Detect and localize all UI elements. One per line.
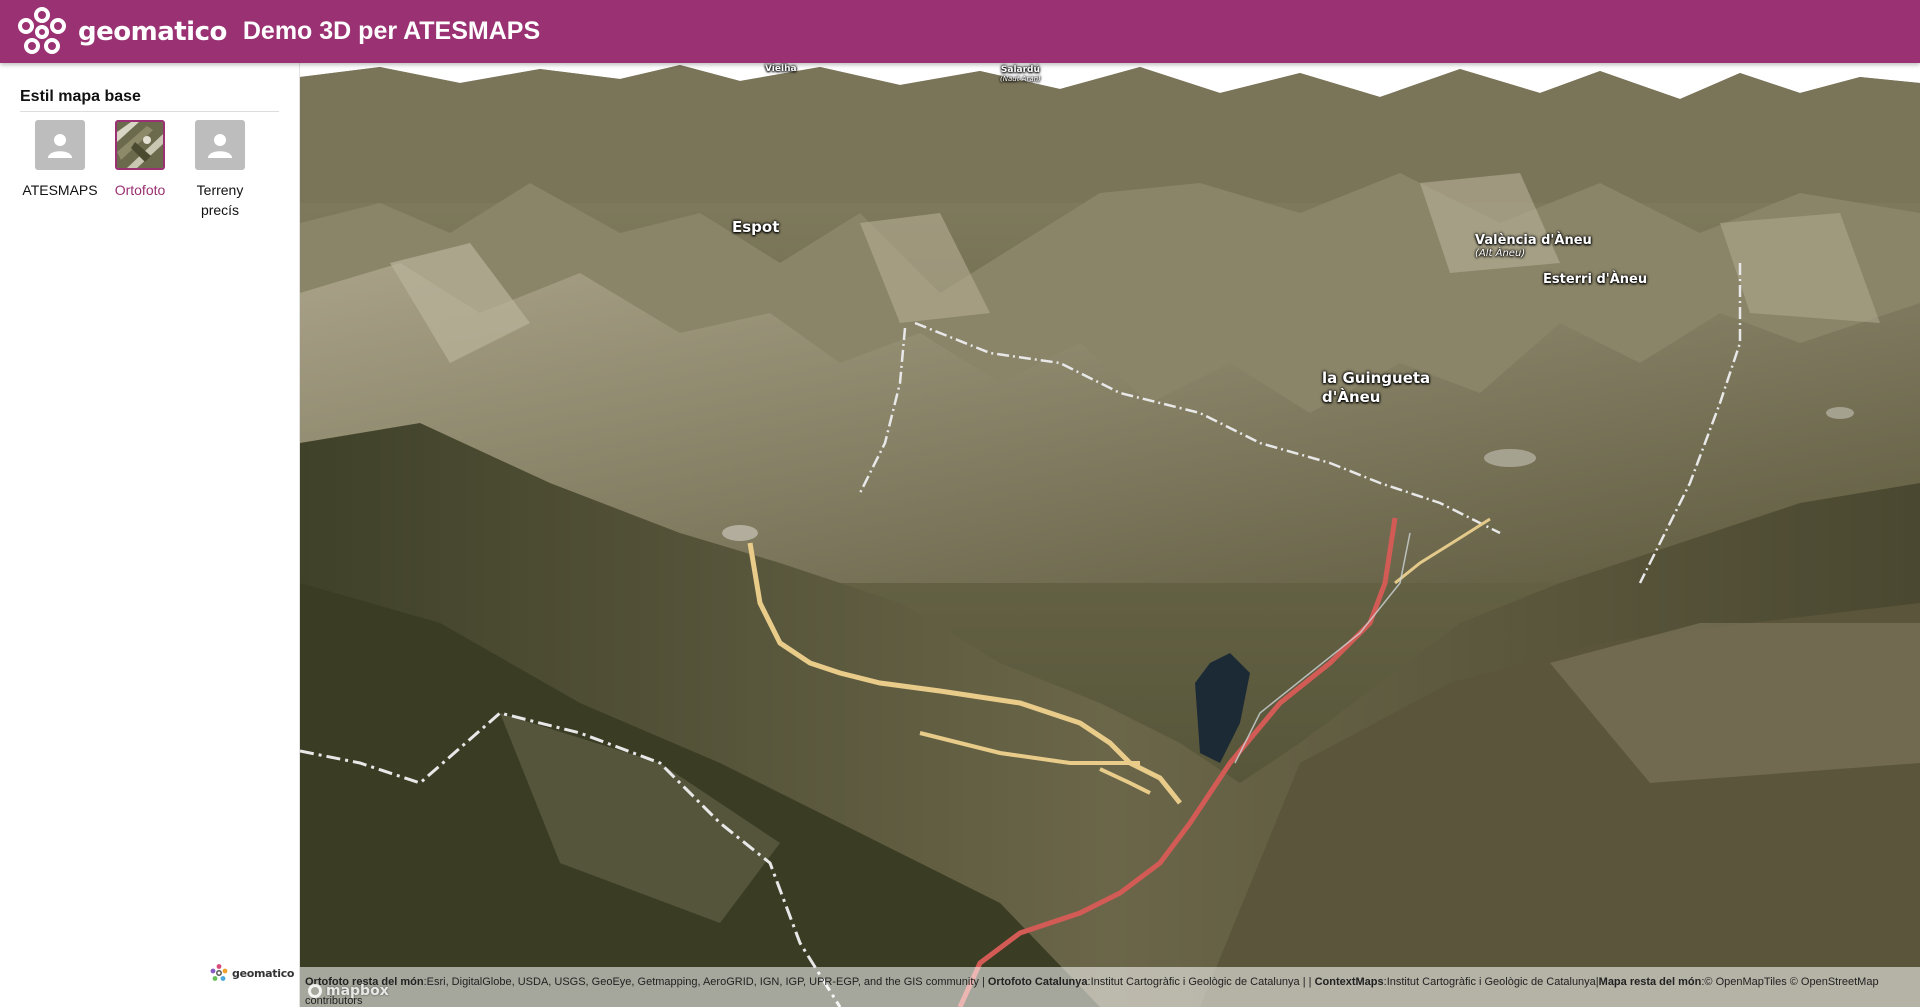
basemap-style-title: Estil mapa base <box>20 88 141 105</box>
header-bar: geomatico Demo 3D per ATESMAPS <box>0 0 1920 63</box>
style-label-atesmaps: ATESMAPS <box>22 182 98 198</box>
style-option-atesmaps[interactable]: ATESMAPS <box>20 120 100 220</box>
orthophoto-thumbnail[interactable] <box>115 120 165 170</box>
user-placeholder-icon[interactable] <box>195 120 245 170</box>
place-label-vielha[interactable]: Vielha <box>765 64 797 74</box>
mapbox-logo-icon <box>308 984 322 998</box>
sidebar: Estil mapa base ATESMAPS Ortofoto Terren… <box>0 63 300 1007</box>
style-label-ortofoto: Ortofoto <box>114 182 166 198</box>
place-label-la-guingueta-daneu[interactable]: la Guingueta d'Àneu <box>1322 369 1442 407</box>
geomatico-logo-icon <box>18 6 66 54</box>
place-label-valencia-daneu[interactable]: València d'Àneu (Alt Àneu) <box>1475 233 1592 259</box>
sidebar-footer-logo[interactable]: geomatico <box>209 963 294 983</box>
mapbox-logo[interactable]: mapbox <box>308 983 389 999</box>
style-option-terreny-precis[interactable]: Terreny precís <box>180 120 260 220</box>
place-label-espot[interactable]: Espot <box>732 218 779 237</box>
style-label-terreny-precis: Terreny precís <box>196 182 244 218</box>
style-option-ortofoto[interactable]: Ortofoto <box>100 120 180 220</box>
sidebar-footer-brand: geomatico <box>232 966 295 980</box>
divider <box>20 111 279 112</box>
geomatico-logo-icon <box>210 964 228 981</box>
terrain-3d-view[interactable] <box>300 63 1920 1007</box>
brand-name: geomatico <box>78 16 227 47</box>
basemap-style-selector: ATESMAPS Ortofoto Terreny precís <box>20 120 280 220</box>
page-title: Demo 3D per ATESMAPS <box>242 17 541 45</box>
place-label-salardu[interactable]: Salardú (Naut Aran) <box>1000 65 1041 83</box>
brand-logo[interactable]: geomatico <box>14 4 227 60</box>
user-placeholder-icon[interactable] <box>35 120 85 170</box>
map-attribution: Ortofoto resta del món:Esri, DigitalGlob… <box>300 967 1920 1007</box>
place-label-esterri-daneu[interactable]: Esterri d'Àneu <box>1543 272 1647 287</box>
map-canvas[interactable]: Vielha Salardú (Naut Aran) Espot València… <box>300 63 1920 1007</box>
